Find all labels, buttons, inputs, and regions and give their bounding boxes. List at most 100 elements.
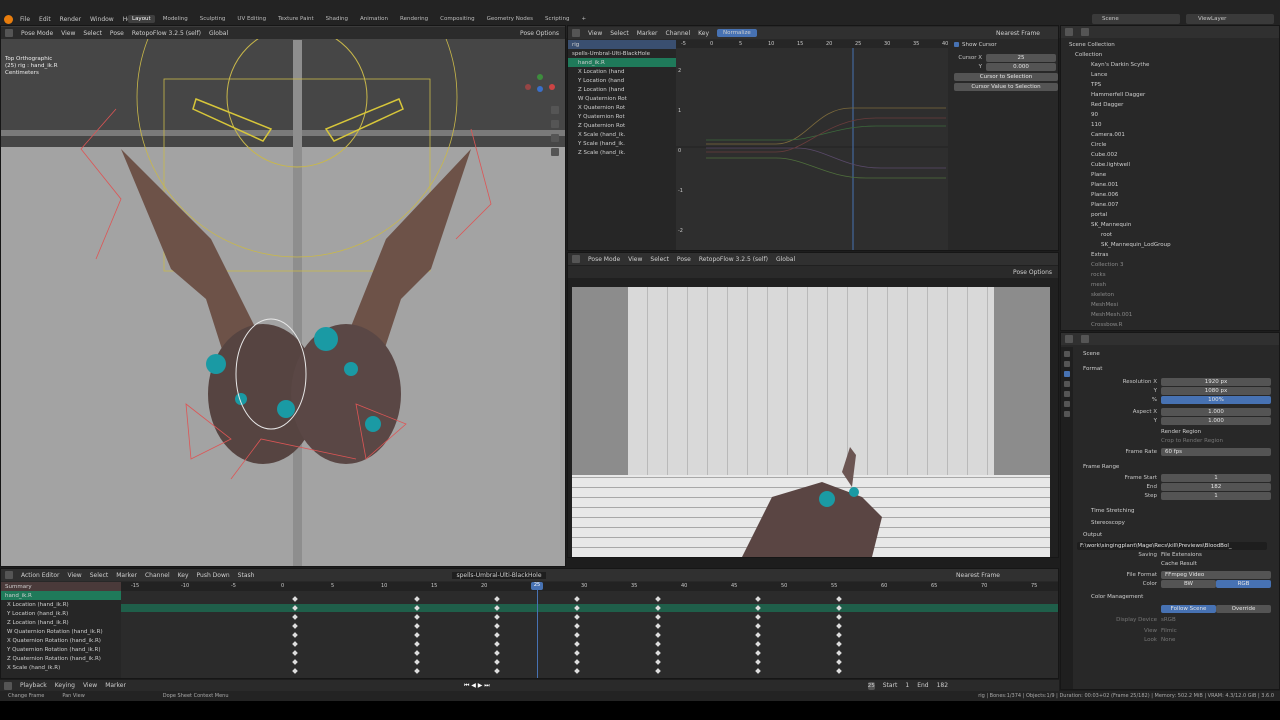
keyframe[interactable] [755, 641, 761, 647]
ds-menu-select[interactable]: Select [90, 572, 109, 579]
cache-result-checkbox[interactable]: Cache Result [1077, 559, 1277, 568]
keyframe[interactable] [836, 623, 842, 629]
mode-dropdown[interactable]: Pose Mode [21, 30, 53, 37]
transform-orientation-right[interactable]: Global [776, 256, 795, 263]
graph-channel[interactable]: Z Location (hand [568, 85, 676, 94]
grid-view-icon[interactable] [551, 148, 559, 156]
add-workspace-icon[interactable]: + [577, 15, 590, 23]
keyframe[interactable] [414, 596, 420, 602]
ds-keyframe-area[interactable]: -15 -10 -5 0 5 10 15 20 25 30 35 40 45 50 55 60 65 70 75 2… [121, 582, 1058, 678]
tab-texture-paint[interactable]: Texture Paint [274, 15, 318, 23]
outliner-item[interactable]: Plane.001 [1069, 180, 1279, 190]
keyframe[interactable] [292, 668, 298, 674]
res-x-field[interactable]: 1920 px [1161, 377, 1271, 386]
graph-channel[interactable]: rig [568, 40, 676, 49]
stereoscopy-panel[interactable]: Stereoscopy [1077, 518, 1277, 527]
navigation-gizmo[interactable] [525, 74, 555, 104]
keyframe[interactable] [836, 596, 842, 602]
keyframe[interactable] [414, 650, 420, 656]
zoom-icon[interactable] [551, 106, 559, 114]
keyframe[interactable] [292, 641, 298, 647]
viewport-left[interactable]: Pose Mode View Select Pose RetopoFlow 3.… [0, 25, 566, 567]
outliner-item[interactable]: Plane.006 [1069, 190, 1279, 200]
graph-channel[interactable]: W Quaternion Rot [568, 94, 676, 103]
stash-button[interactable]: Stash [238, 572, 255, 579]
frame-range-panel-header[interactable]: Frame Range [1077, 462, 1277, 471]
tab-layout[interactable]: Layout [128, 15, 155, 23]
outliner-item[interactable]: 110 [1069, 120, 1279, 130]
mode-dropdown-right[interactable]: Pose Mode [588, 256, 620, 263]
graph-channel[interactable]: spells-Umbral-Ulti-BlackHole [568, 49, 676, 58]
keyframe[interactable] [836, 641, 842, 647]
keyframe[interactable] [414, 632, 420, 638]
dopesheet-mode-dropdown[interactable]: Action Editor [21, 572, 59, 579]
menu-edit[interactable]: Edit [39, 16, 51, 23]
tool-tab-icon[interactable] [1064, 351, 1070, 357]
keyframe[interactable] [836, 650, 842, 656]
graph-channel[interactable]: Y Location (hand [568, 76, 676, 85]
outliner-item[interactable]: Camera.001 [1069, 130, 1279, 140]
outliner-item[interactable]: root [1069, 230, 1279, 240]
outliner-item[interactable]: mesh [1069, 280, 1279, 290]
view-layer-tab-icon[interactable] [1064, 381, 1070, 387]
res-y-field[interactable]: 1080 px [1161, 386, 1271, 395]
output-tab-icon[interactable] [1064, 371, 1070, 377]
keyframe[interactable] [494, 659, 500, 665]
editor-type-icon[interactable] [5, 571, 13, 579]
graph-channel[interactable]: Z Scale (hand_ik. [568, 148, 676, 157]
keyframe[interactable] [292, 623, 298, 629]
crop-checkbox[interactable]: Crop to Render Region [1077, 436, 1277, 445]
current-frame-field[interactable]: 25 [867, 681, 875, 690]
time-stretching-panel[interactable]: Time Stretching [1077, 506, 1277, 515]
pose-options-right[interactable]: Pose Options [1013, 269, 1052, 276]
outliner-item[interactable]: SK_Mannequin_LodGroup [1069, 240, 1279, 250]
scene-tab-icon[interactable] [1064, 391, 1070, 397]
keyframe[interactable] [414, 668, 420, 674]
outliner-item[interactable]: Red Dagger [1069, 100, 1279, 110]
color-bw-button[interactable]: BW [1161, 579, 1216, 588]
editor-type-icon[interactable] [5, 29, 13, 37]
output-path-field[interactable]: F:\work\singingplant\Mage\Recs\kill\Prev… [1077, 541, 1267, 550]
keyframe[interactable] [655, 623, 661, 629]
camera-view-icon[interactable] [551, 134, 559, 142]
color-management-panel[interactable]: Color Management [1077, 592, 1277, 601]
keyframe[interactable] [574, 641, 580, 647]
keyframe[interactable] [836, 668, 842, 674]
keyframe[interactable] [655, 650, 661, 656]
render-tab-icon[interactable] [1064, 361, 1070, 367]
outliner-item[interactable]: Hammerfell Dagger [1069, 90, 1279, 100]
override-button[interactable]: Override [1216, 604, 1271, 613]
keyframe[interactable] [655, 668, 661, 674]
menu-pose[interactable]: Pose [110, 30, 124, 37]
keyframe[interactable] [494, 614, 500, 620]
start-field[interactable]: 1 [905, 682, 909, 689]
graph-channel[interactable]: Y Quaternion Rot [568, 112, 676, 121]
graph-area[interactable]: -5 0 5 10 15 20 25 30 35 40 2 1 0 -1 -2 [676, 40, 948, 250]
action-selector[interactable]: spells-Umbral-Ulti-BlackHole [452, 571, 546, 579]
file-format-dropdown[interactable]: FFmpeg Video [1161, 570, 1271, 579]
editor-type-icon[interactable] [572, 255, 580, 263]
graph-channel[interactable]: Y Scale (hand_ik. [568, 139, 676, 148]
ds-channel[interactable]: W Quaternion Rotation (hand_ik.R) [1, 627, 121, 636]
aspect-y-field[interactable]: 1.000 [1161, 416, 1271, 425]
view-layer-selector[interactable]: ViewLayer [1186, 14, 1274, 24]
outliner-item[interactable]: Kayn's Darkin Scythe [1069, 60, 1279, 70]
ds-channel[interactable]: hand_ik.R [1, 591, 121, 600]
keyframe[interactable] [494, 641, 500, 647]
res-pct-field[interactable]: 100% [1161, 395, 1271, 404]
outliner-item[interactable]: TPS [1069, 80, 1279, 90]
outliner-item[interactable]: SK_Mannequin [1069, 220, 1279, 230]
editor-type-icon[interactable] [4, 681, 12, 690]
graph-channel[interactable]: hand_ik.R [568, 58, 676, 67]
tab-sculpting[interactable]: Sculpting [196, 15, 230, 23]
keyframe[interactable] [755, 668, 761, 674]
ds-playhead-frame[interactable]: 25 [531, 582, 543, 590]
outliner-item[interactable]: Cube.002 [1069, 150, 1279, 160]
file-extensions-checkbox[interactable]: File Extensions [1161, 552, 1202, 558]
graph-channel[interactable]: Z Quaternion Rot [568, 121, 676, 130]
cursor-value-to-selection-button[interactable]: Cursor Value to Selection [954, 83, 1058, 91]
keyframe[interactable] [414, 641, 420, 647]
retopoflow-menu-right[interactable]: RetopoFlow 3.2.5 (self) [699, 256, 768, 263]
cursor-to-selection-button[interactable]: Cursor to Selection [954, 73, 1058, 81]
keyframe[interactable] [655, 614, 661, 620]
